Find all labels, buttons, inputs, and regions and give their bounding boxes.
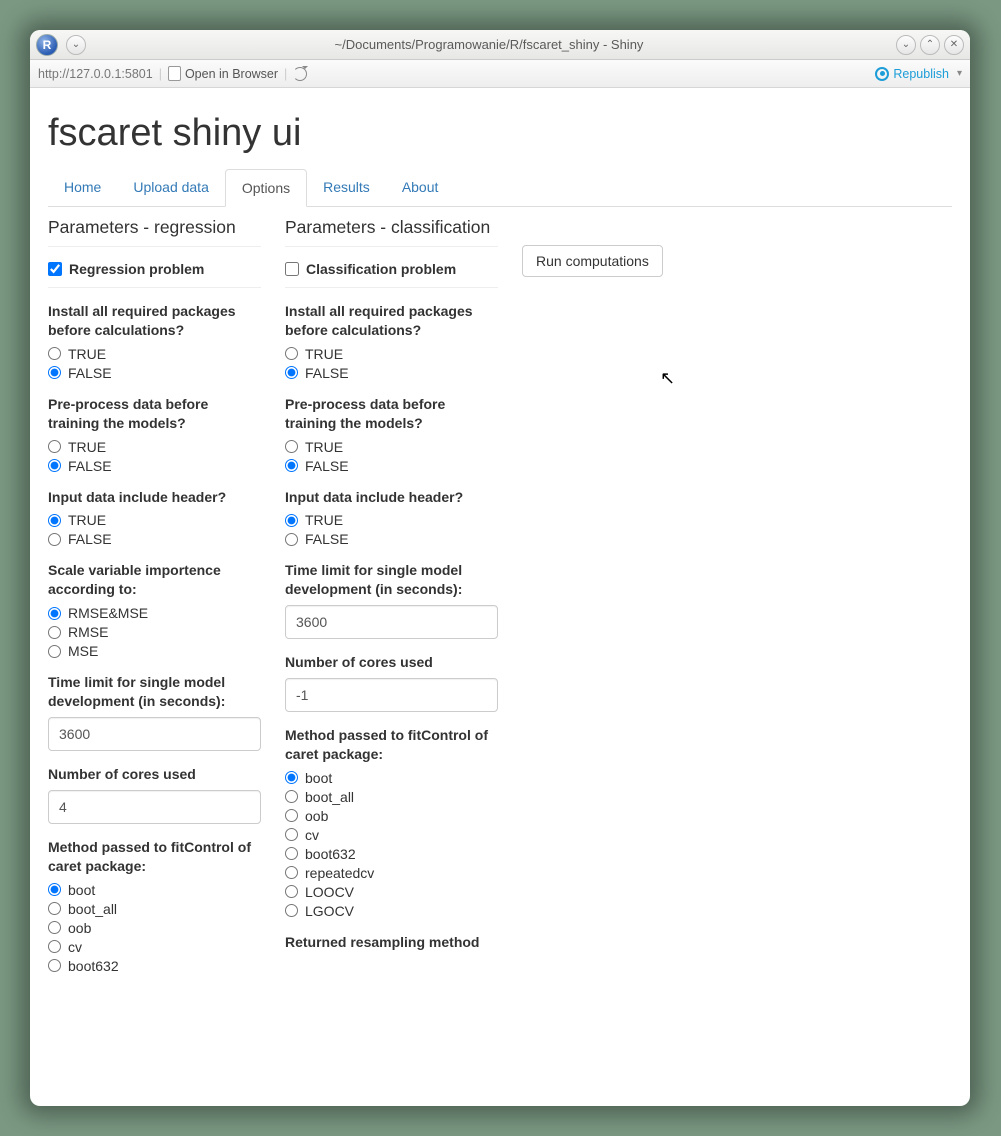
content: fscaret shiny ui Home Upload data Option… — [30, 88, 970, 1028]
cls-problem-label: Classification problem — [306, 261, 456, 277]
content-scroll[interactable]: fscaret shiny ui Home Upload data Option… — [30, 88, 970, 1106]
close-button[interactable]: ✕ — [944, 35, 964, 55]
cls-title: Parameters - classification — [285, 217, 498, 238]
reg-scale-group: Scale variable importence according to: … — [48, 561, 261, 659]
tab-options[interactable]: Options — [225, 169, 307, 207]
reg-header-label: Input data include header? — [48, 488, 261, 507]
reg-fit-group: Method passed to fitControl of caret pac… — [48, 838, 261, 974]
cls-problem-input[interactable] — [285, 262, 299, 276]
cls-resamp-group: Returned resampling method — [285, 933, 498, 952]
cls-fit-group: Method passed to fitControl of caret pac… — [285, 726, 498, 919]
reg-time-label: Time limit for single model development … — [48, 673, 261, 711]
republish-button[interactable]: Republish ▾ — [875, 67, 962, 81]
reg-header-group: Input data include header? TRUE FALSE — [48, 488, 261, 548]
app-window: R ⌄ ~/Documents/Programowanie/R/fscaret_… — [30, 30, 970, 1106]
nav-tabs: Home Upload data Options Results About — [48, 169, 952, 207]
reg-title: Parameters - regression — [48, 217, 261, 238]
cls-cores-group: Number of cores used — [285, 653, 498, 712]
toolbar: http://127.0.0.1:5801 | Open in Browser … — [30, 60, 970, 88]
page-title: fscaret shiny ui — [48, 112, 952, 155]
reg-install-label: Install all required packages before cal… — [48, 302, 261, 340]
r-app-icon: R — [36, 34, 58, 56]
cls-preproc-group: Pre-process data before training the mod… — [285, 395, 498, 474]
reg-time-input[interactable] — [48, 717, 261, 751]
open-in-browser-button[interactable]: Open in Browser — [168, 66, 278, 81]
tab-home[interactable]: Home — [48, 169, 117, 206]
cls-install-group: Install all required packages before cal… — [285, 302, 498, 381]
reg-cores-input[interactable] — [48, 790, 261, 824]
cls-problem-checkbox[interactable]: Classification problem — [285, 261, 498, 277]
cls-cores-input[interactable] — [285, 678, 498, 712]
run-computations-button[interactable]: Run computations — [522, 245, 663, 277]
reg-cores-label: Number of cores used — [48, 765, 261, 784]
reg-problem-label: Regression problem — [69, 261, 204, 277]
url-field[interactable]: http://127.0.0.1:5801 — [38, 67, 153, 81]
titlebar: R ⌄ ~/Documents/Programowanie/R/fscaret_… — [30, 30, 970, 60]
refresh-icon[interactable] — [293, 67, 307, 81]
col-regression: Parameters - regression Regression probl… — [48, 217, 261, 988]
cls-time-input[interactable] — [285, 605, 498, 639]
reg-problem-checkbox[interactable]: Regression problem — [48, 261, 261, 277]
open-in-browser-label: Open in Browser — [185, 67, 278, 81]
tab-about[interactable]: About — [386, 169, 455, 206]
reg-problem-input[interactable] — [48, 262, 62, 276]
cls-header-group: Input data include header? TRUE FALSE — [285, 488, 498, 548]
reg-install-group: Install all required packages before cal… — [48, 302, 261, 381]
tab-results[interactable]: Results — [307, 169, 386, 206]
cls-time-group: Time limit for single model development … — [285, 561, 498, 639]
chevron-down-icon: ▾ — [957, 68, 962, 79]
reg-preproc-group: Pre-process data before training the mod… — [48, 395, 261, 474]
reg-scale-label: Scale variable importence according to: — [48, 561, 261, 599]
columns: Parameters - regression Regression probl… — [48, 217, 952, 988]
republish-label: Republish — [893, 67, 949, 81]
sys-menu-button[interactable]: ⌄ — [66, 35, 86, 55]
page-icon — [168, 66, 181, 81]
window-title: ~/Documents/Programowanie/R/fscaret_shin… — [86, 37, 892, 52]
reg-cores-group: Number of cores used — [48, 765, 261, 824]
tab-upload[interactable]: Upload data — [117, 169, 225, 206]
col-classification: Parameters - classification Classificati… — [285, 217, 498, 988]
reg-fit-label: Method passed to fitControl of caret pac… — [48, 838, 261, 876]
col-run: Run computations — [522, 217, 952, 988]
minimize-button[interactable]: ⌄ — [896, 35, 916, 55]
maximize-button[interactable]: ⌃ — [920, 35, 940, 55]
reg-time-group: Time limit for single model development … — [48, 673, 261, 751]
reg-preproc-label: Pre-process data before training the mod… — [48, 395, 261, 433]
publish-icon — [875, 67, 889, 81]
